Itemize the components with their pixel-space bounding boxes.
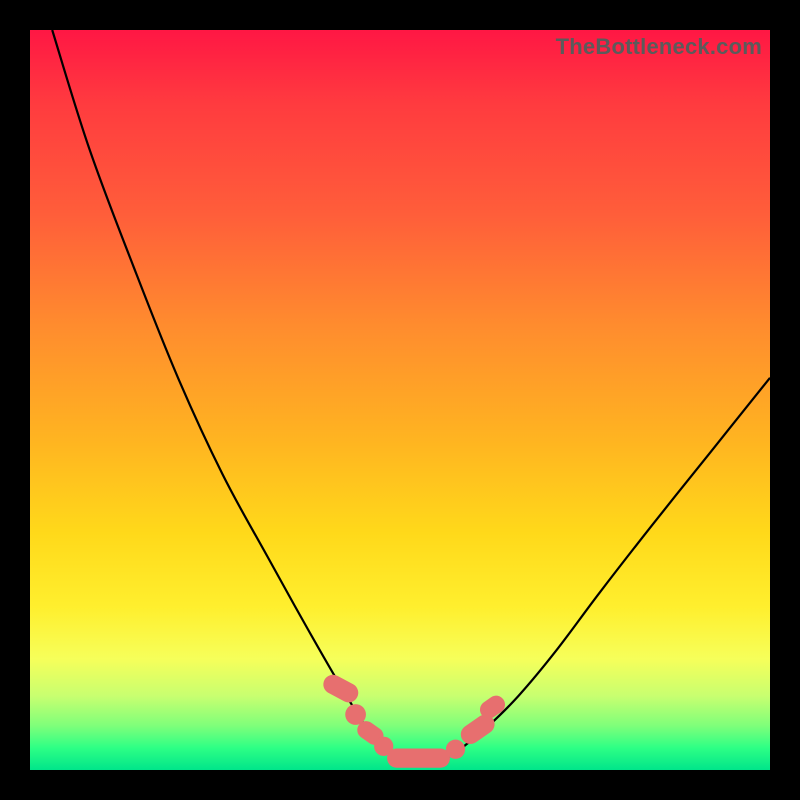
valley-markers — [320, 671, 509, 767]
chart-plot-area: TheBottleneck.com — [30, 30, 770, 770]
valley-marker-dot — [446, 740, 465, 759]
valley-marker-dot — [345, 704, 366, 725]
valley-marker-pill — [387, 749, 450, 768]
chart-frame: TheBottleneck.com — [0, 0, 800, 800]
chart-svg — [30, 30, 770, 770]
curve-left-branch — [52, 30, 400, 759]
valley-marker-pill — [320, 671, 362, 705]
